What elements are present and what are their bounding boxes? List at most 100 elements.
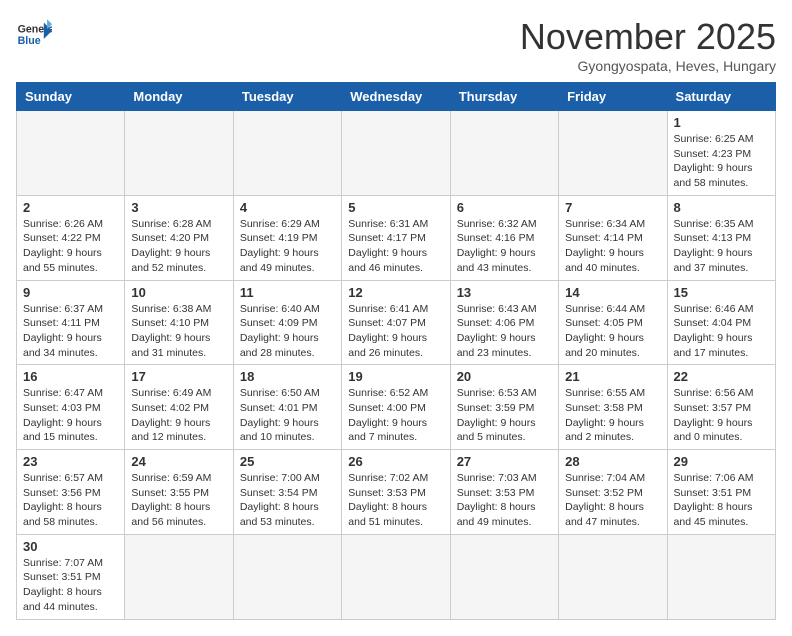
day-info: Sunrise: 6:50 AMSunset: 4:01 PMDaylight:… [240, 386, 335, 445]
calendar-subtitle: Gyongyospata, Heves, Hungary [520, 58, 776, 74]
day-cell: 21 Sunrise: 6:55 AMSunset: 3:58 PMDayligh… [559, 365, 667, 450]
day-cell: 8 Sunrise: 6:35 AMSunset: 4:13 PMDaylight… [667, 195, 775, 280]
day-cell: 4 Sunrise: 6:29 AMSunset: 4:19 PMDaylight… [233, 195, 341, 280]
day-cell: 10 Sunrise: 6:38 AMSunset: 4:10 PMDayligh… [125, 280, 233, 365]
day-info: Sunrise: 6:25 AMSunset: 4:23 PMDaylight:… [674, 132, 769, 191]
day-info: Sunrise: 7:03 AMSunset: 3:53 PMDaylight:… [457, 471, 552, 530]
calendar-body: 1 Sunrise: 6:25 AMSunset: 4:23 PMDaylight… [17, 111, 776, 620]
day-info: Sunrise: 7:06 AMSunset: 3:51 PMDaylight:… [674, 471, 769, 530]
col-sunday: Sunday [17, 83, 125, 111]
day-info: Sunrise: 6:53 AMSunset: 3:59 PMDaylight:… [457, 386, 552, 445]
day-number: 29 [674, 454, 769, 469]
calendar-header-row: Sunday Monday Tuesday Wednesday Thursday… [17, 83, 776, 111]
day-info: Sunrise: 6:46 AMSunset: 4:04 PMDaylight:… [674, 302, 769, 361]
day-info: Sunrise: 6:55 AMSunset: 3:58 PMDaylight:… [565, 386, 660, 445]
day-cell [233, 534, 341, 619]
day-number: 18 [240, 369, 335, 384]
day-cell: 6 Sunrise: 6:32 AMSunset: 4:16 PMDaylight… [450, 195, 558, 280]
week-row-6: 30Sunrise: 7:07 AMSunset: 3:51 PMDayligh… [17, 534, 776, 619]
day-info: Sunrise: 7:02 AMSunset: 3:53 PMDaylight:… [348, 471, 443, 530]
week-row-2: 2 Sunrise: 6:26 AMSunset: 4:22 PMDaylight… [17, 195, 776, 280]
col-tuesday: Tuesday [233, 83, 341, 111]
day-number: 24 [131, 454, 226, 469]
day-number: 1 [674, 115, 769, 130]
day-cell: 23Sunrise: 6:57 AMSunset: 3:56 PMDayligh… [17, 450, 125, 535]
day-number: 28 [565, 454, 660, 469]
day-cell [559, 111, 667, 196]
day-cell [559, 534, 667, 619]
day-cell: 20 Sunrise: 6:53 AMSunset: 3:59 PMDayligh… [450, 365, 558, 450]
day-cell: 7 Sunrise: 6:34 AMSunset: 4:14 PMDaylight… [559, 195, 667, 280]
day-info: Sunrise: 6:37 AMSunset: 4:11 PMDaylight:… [23, 302, 118, 361]
day-info: Sunrise: 6:32 AMSunset: 4:16 PMDaylight:… [457, 217, 552, 276]
day-info: Sunrise: 6:44 AMSunset: 4:05 PMDaylight:… [565, 302, 660, 361]
day-number: 15 [674, 285, 769, 300]
day-number: 4 [240, 200, 335, 215]
day-cell: 3Sunrise: 6:28 AMSunset: 4:20 PMDaylight… [125, 195, 233, 280]
day-number: 6 [457, 200, 552, 215]
day-number: 21 [565, 369, 660, 384]
day-cell: 18 Sunrise: 6:50 AMSunset: 4:01 PMDayligh… [233, 365, 341, 450]
day-number: 12 [348, 285, 443, 300]
day-number: 22 [674, 369, 769, 384]
day-info: Sunrise: 6:31 AMSunset: 4:17 PMDaylight:… [348, 217, 443, 276]
day-info: Sunrise: 6:35 AMSunset: 4:13 PMDaylight:… [674, 217, 769, 276]
day-cell: 1 Sunrise: 6:25 AMSunset: 4:23 PMDaylight… [667, 111, 775, 196]
day-info: Sunrise: 6:34 AMSunset: 4:14 PMDaylight:… [565, 217, 660, 276]
week-row-5: 23Sunrise: 6:57 AMSunset: 3:56 PMDayligh… [17, 450, 776, 535]
week-row-1: 1 Sunrise: 6:25 AMSunset: 4:23 PMDaylight… [17, 111, 776, 196]
day-info: Sunrise: 6:26 AMSunset: 4:22 PMDaylight:… [23, 217, 118, 276]
day-number: 10 [131, 285, 226, 300]
col-monday: Monday [125, 83, 233, 111]
day-number: 8 [674, 200, 769, 215]
day-cell [342, 111, 450, 196]
day-cell: 28Sunrise: 7:04 AMSunset: 3:52 PMDayligh… [559, 450, 667, 535]
svg-text:Blue: Blue [18, 35, 41, 47]
col-wednesday: Wednesday [342, 83, 450, 111]
day-info: Sunrise: 6:41 AMSunset: 4:07 PMDaylight:… [348, 302, 443, 361]
day-number: 9 [23, 285, 118, 300]
day-number: 16 [23, 369, 118, 384]
title-block: November 2025 Gyongyospata, Heves, Hunga… [520, 16, 776, 74]
day-cell: 25Sunrise: 7:00 AMSunset: 3:54 PMDayligh… [233, 450, 341, 535]
day-cell [233, 111, 341, 196]
day-number: 25 [240, 454, 335, 469]
day-cell: 9 Sunrise: 6:37 AMSunset: 4:11 PMDaylight… [17, 280, 125, 365]
day-number: 17 [131, 369, 226, 384]
day-cell: 26 Sunrise: 7:02 AMSunset: 3:53 PMDayligh… [342, 450, 450, 535]
day-cell [667, 534, 775, 619]
day-cell: 12 Sunrise: 6:41 AMSunset: 4:07 PMDayligh… [342, 280, 450, 365]
day-cell: 5Sunrise: 6:31 AMSunset: 4:17 PMDaylight… [342, 195, 450, 280]
day-info: Sunrise: 6:56 AMSunset: 3:57 PMDaylight:… [674, 386, 769, 445]
day-cell: 24Sunrise: 6:59 AMSunset: 3:55 PMDayligh… [125, 450, 233, 535]
day-cell: 17 Sunrise: 6:49 AMSunset: 4:02 PMDayligh… [125, 365, 233, 450]
day-cell: 29 Sunrise: 7:06 AMSunset: 3:51 PMDayligh… [667, 450, 775, 535]
day-cell: 19Sunrise: 6:52 AMSunset: 4:00 PMDayligh… [342, 365, 450, 450]
day-number: 3 [131, 200, 226, 215]
day-cell: 2 Sunrise: 6:26 AMSunset: 4:22 PMDaylight… [17, 195, 125, 280]
day-number: 30 [23, 539, 118, 554]
week-row-4: 16 Sunrise: 6:47 AMSunset: 4:03 PMDayligh… [17, 365, 776, 450]
day-number: 20 [457, 369, 552, 384]
day-number: 7 [565, 200, 660, 215]
day-number: 2 [23, 200, 118, 215]
day-cell: 30Sunrise: 7:07 AMSunset: 3:51 PMDayligh… [17, 534, 125, 619]
col-friday: Friday [559, 83, 667, 111]
day-cell: 16 Sunrise: 6:47 AMSunset: 4:03 PMDayligh… [17, 365, 125, 450]
col-thursday: Thursday [450, 83, 558, 111]
day-cell [125, 111, 233, 196]
day-cell: 14 Sunrise: 6:44 AMSunset: 4:05 PMDayligh… [559, 280, 667, 365]
day-number: 23 [23, 454, 118, 469]
day-info: Sunrise: 6:38 AMSunset: 4:10 PMDaylight:… [131, 302, 226, 361]
day-info: Sunrise: 6:52 AMSunset: 4:00 PMDaylight:… [348, 386, 443, 445]
day-number: 26 [348, 454, 443, 469]
day-cell: 22 Sunrise: 6:56 AMSunset: 3:57 PMDayligh… [667, 365, 775, 450]
day-cell: 15 Sunrise: 6:46 AMSunset: 4:04 PMDayligh… [667, 280, 775, 365]
day-cell: 11Sunrise: 6:40 AMSunset: 4:09 PMDayligh… [233, 280, 341, 365]
day-number: 14 [565, 285, 660, 300]
logo: General Blue [16, 16, 52, 52]
day-info: Sunrise: 6:29 AMSunset: 4:19 PMDaylight:… [240, 217, 335, 276]
day-number: 27 [457, 454, 552, 469]
day-info: Sunrise: 6:47 AMSunset: 4:03 PMDaylight:… [23, 386, 118, 445]
day-info: Sunrise: 6:49 AMSunset: 4:02 PMDaylight:… [131, 386, 226, 445]
